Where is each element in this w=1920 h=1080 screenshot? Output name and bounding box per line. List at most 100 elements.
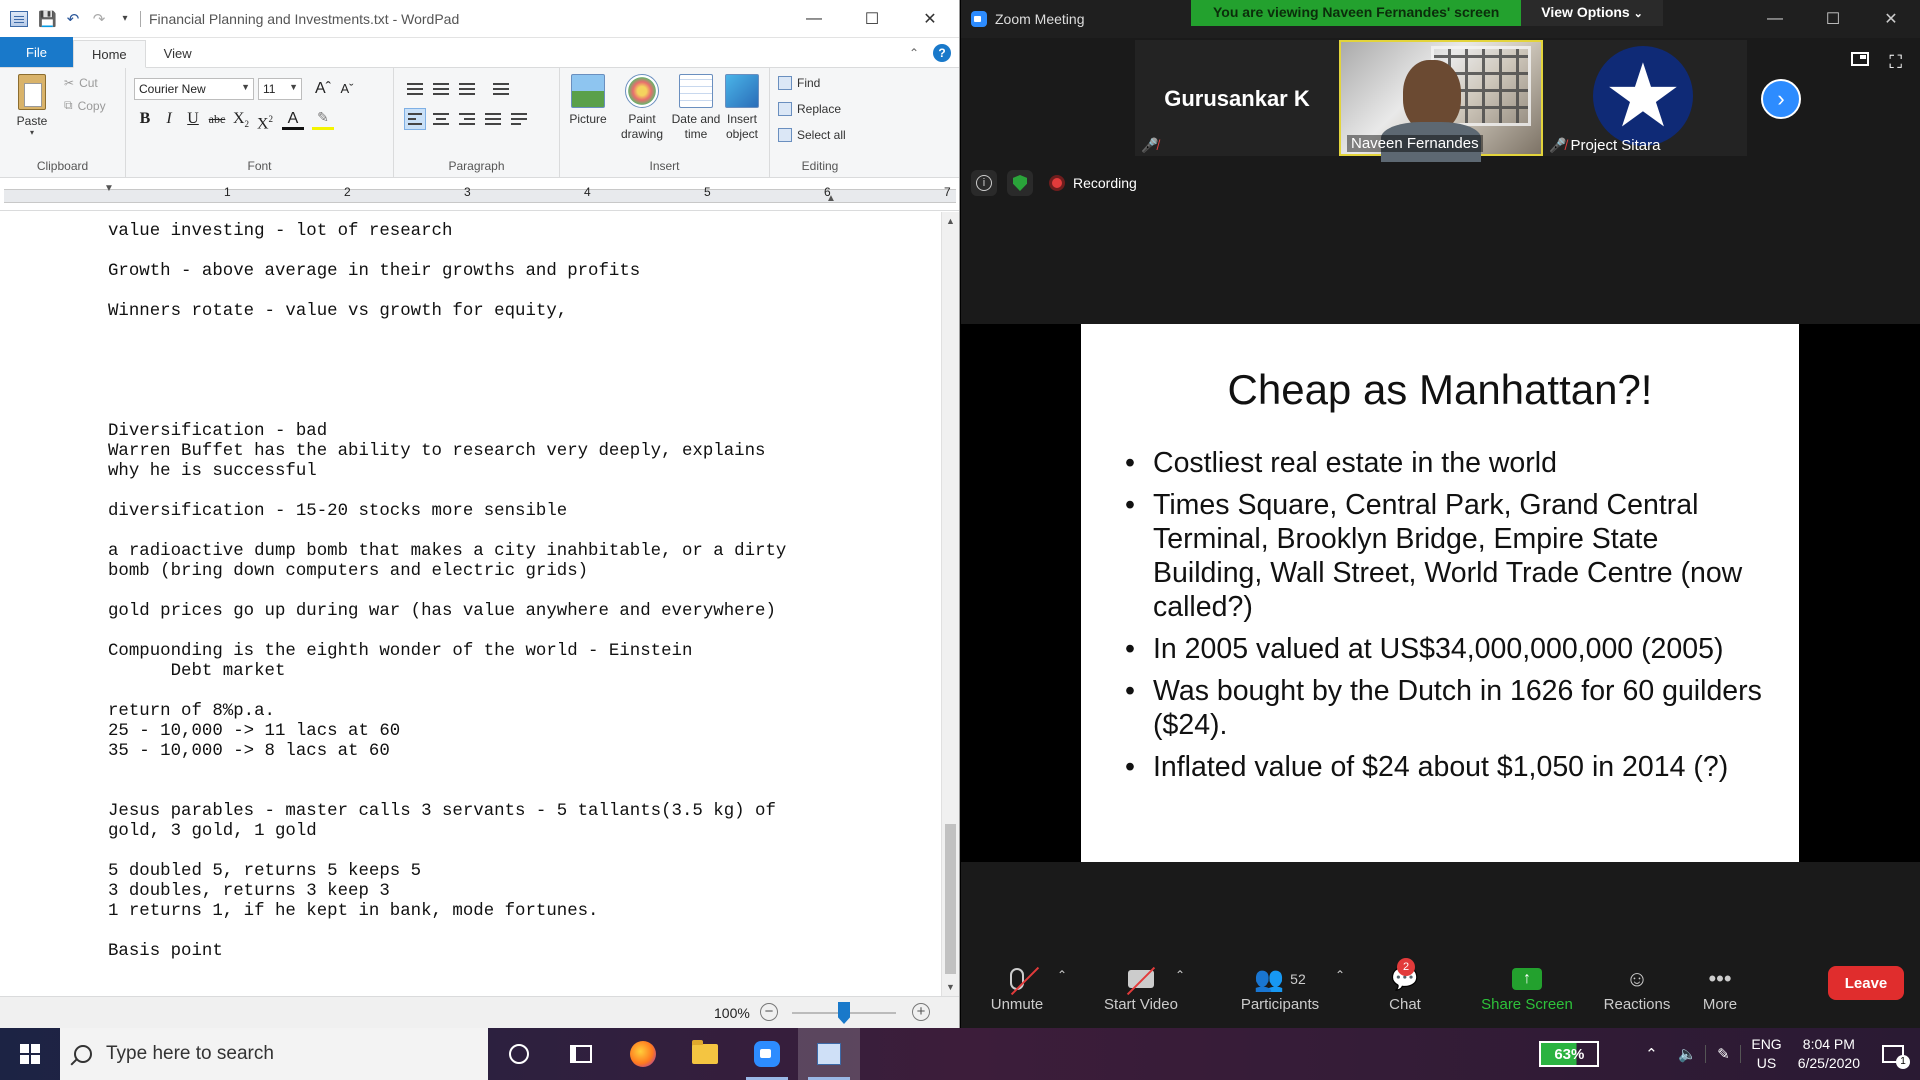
pen-icon[interactable]: ✎ [1705, 1045, 1742, 1063]
indent-marker-icon[interactable]: ▼ [104, 183, 114, 194]
align-center-icon[interactable] [430, 108, 452, 130]
document-line[interactable]: bomb (bring down computers and electric … [108, 562, 786, 582]
increase-indent-icon[interactable] [430, 78, 452, 100]
participant-tile-active[interactable]: Naveen Fernandes [1339, 40, 1543, 162]
align-right-icon[interactable] [456, 108, 478, 130]
find-button[interactable]: Find [778, 76, 820, 90]
document-line[interactable] [108, 362, 786, 382]
select-all-button[interactable]: Select all [778, 128, 846, 142]
highlight-icon[interactable]: ✎ [312, 108, 334, 130]
close-button[interactable]: ✕ [901, 0, 959, 38]
document-line[interactable] [108, 322, 786, 342]
align-left-icon[interactable] [404, 108, 426, 130]
document-line[interactable]: Growth - above average in their growths … [108, 262, 786, 282]
document-line[interactable]: 3 doubles, returns 3 keep 3 [108, 882, 786, 902]
document-area[interactable]: value investing - lot of research Growth … [0, 212, 942, 996]
cut-button[interactable]: ✂ Cut [64, 76, 98, 90]
help-icon[interactable]: ? [933, 44, 951, 62]
decrease-indent-icon[interactable] [404, 78, 426, 100]
subscript-icon[interactable]: X2 [230, 108, 252, 130]
document-line[interactable]: Basis point [108, 942, 786, 962]
paragraph-settings-icon[interactable] [508, 108, 530, 130]
document-line[interactable]: 25 - 10,000 -> 11 lacs at 60 [108, 722, 786, 742]
grow-font-icon[interactable]: Aˆ [312, 78, 334, 100]
minimize-button[interactable]: — [785, 0, 843, 38]
document-line[interactable] [108, 242, 786, 262]
replace-button[interactable]: Replace [778, 102, 841, 116]
participant-tile[interactable]: ★ 🎤̸ Project Sitara [1543, 40, 1747, 156]
date-time-button[interactable]: Date and time [670, 74, 722, 142]
undo-icon[interactable]: ↶ [64, 10, 82, 28]
vertical-scrollbar[interactable]: ▲ ▼ [941, 212, 959, 996]
zoom-close-button[interactable]: ✕ [1862, 0, 1920, 38]
view-options-button[interactable]: View Options ⌄ [1521, 0, 1663, 26]
bold-icon[interactable]: B [134, 108, 156, 130]
document-line[interactable] [108, 402, 786, 422]
document-line[interactable] [108, 282, 786, 302]
document-line[interactable] [108, 582, 786, 602]
document-line[interactable]: 35 - 10,000 -> 8 lacs at 60 [108, 742, 786, 762]
document-line[interactable]: why he is successful [108, 462, 786, 482]
document-line[interactable] [108, 682, 786, 702]
recording-indicator[interactable]: Recording [1049, 175, 1137, 191]
clock[interactable]: 8:04 PM 6/25/2020 [1798, 1035, 1860, 1073]
superscript-icon[interactable]: X2 [254, 108, 276, 132]
fullscreen-icon[interactable]: ⛶ [1889, 52, 1902, 73]
document-line[interactable]: Jesus parables - master calls 3 servants… [108, 802, 786, 822]
volume-icon[interactable]: 🔈 [1669, 1045, 1705, 1063]
zoom-slider-thumb[interactable] [838, 1002, 850, 1024]
justify-icon[interactable] [482, 108, 504, 130]
document-line[interactable]: a radioactive dump bomb that makes a cit… [108, 542, 786, 562]
document-line[interactable]: diversification - 15-20 stocks more sens… [108, 502, 786, 522]
document-line[interactable] [108, 522, 786, 542]
audio-options-caret-icon[interactable]: ⌃ [1057, 968, 1067, 982]
participant-tile[interactable]: Gurusankar K 🎤̸ [1135, 40, 1339, 156]
ruler[interactable]: 1234567 ▼ ▲ [0, 181, 959, 211]
zoom-out-icon[interactable]: − [760, 1003, 778, 1021]
save-icon[interactable]: 💾 [38, 10, 57, 28]
document-line[interactable]: gold, 3 gold, 1 gold [108, 822, 786, 842]
scroll-down-icon[interactable]: ▼ [942, 978, 959, 996]
start-button[interactable] [0, 1028, 60, 1080]
taskbar-search[interactable]: Type here to search [60, 1028, 488, 1080]
document-line[interactable]: Debt market [108, 662, 786, 682]
font-color-icon[interactable]: A [282, 108, 304, 130]
notification-icon[interactable]: 1 [1882, 1045, 1910, 1069]
document-line[interactable] [108, 342, 786, 362]
document-line[interactable]: Warren Buffet has the ability to researc… [108, 442, 786, 462]
language-indicator[interactable]: ENG US [1751, 1035, 1781, 1073]
document-line[interactable] [108, 482, 786, 502]
copy-button[interactable]: ⧉ Copy [64, 98, 106, 113]
firefox-app[interactable] [612, 1028, 674, 1080]
task-view-button[interactable] [550, 1028, 612, 1080]
next-page-button[interactable]: › [1761, 79, 1801, 119]
document-line[interactable] [108, 622, 786, 642]
strikethrough-icon[interactable]: abc [206, 108, 228, 130]
font-family-select[interactable]: Courier New ▼ [134, 78, 254, 100]
document-line[interactable]: gold prices go up during war (has value … [108, 602, 786, 622]
scroll-thumb[interactable] [945, 824, 956, 974]
tab-home[interactable]: Home [72, 40, 146, 68]
minimize-ribbon-icon[interactable]: ⌃ [909, 46, 919, 60]
line-spacing-icon[interactable] [490, 78, 512, 100]
tab-view[interactable]: View [146, 39, 210, 67]
video-options-caret-icon[interactable]: ⌃ [1175, 968, 1185, 982]
maximize-button[interactable]: ☐ [843, 0, 901, 38]
document-text[interactable]: value investing - lot of research Growth … [108, 222, 786, 962]
wordpad-app[interactable] [798, 1028, 860, 1080]
share-screen-button[interactable]: ↑ Share Screen [1481, 964, 1573, 1013]
document-line[interactable] [108, 762, 786, 782]
show-hidden-icons[interactable]: ⌃ [1633, 1045, 1669, 1063]
right-indent-marker-icon[interactable]: ▲ [826, 193, 836, 204]
font-size-select[interactable]: 11 ▼ [258, 78, 302, 100]
meeting-info-button[interactable]: i [971, 170, 997, 196]
battery-indicator[interactable]: 63% [1539, 1041, 1600, 1067]
document-line[interactable]: value investing - lot of research [108, 222, 786, 242]
zoom-minimize-button[interactable]: — [1746, 0, 1804, 38]
insert-object-button[interactable]: Insert object [716, 74, 768, 142]
unmute-button[interactable]: Unmute [985, 964, 1049, 1013]
scroll-up-icon[interactable]: ▲ [942, 212, 959, 230]
reactions-button[interactable]: ☺ Reactions [1597, 964, 1677, 1013]
document-line[interactable]: Diversification - bad [108, 422, 786, 442]
file-explorer-app[interactable] [674, 1028, 736, 1080]
